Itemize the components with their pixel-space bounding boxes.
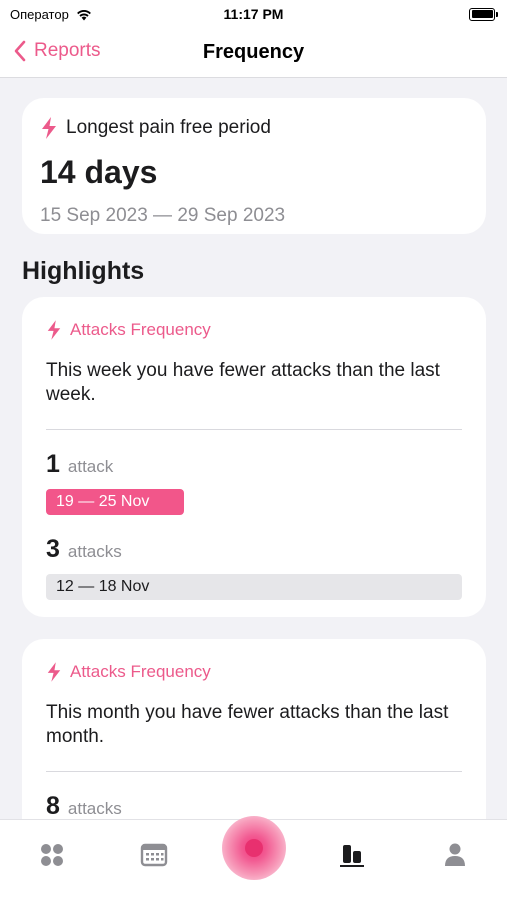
tab-profile[interactable] — [440, 840, 470, 870]
home-icon — [41, 844, 63, 866]
monthly-frequency-card: Attacks Frequency This month you have fe… — [22, 639, 486, 819]
reports-icon — [340, 845, 364, 867]
navigation-bar: Reports Frequency — [0, 28, 507, 78]
lightning-icon — [47, 320, 61, 340]
tab-bar — [0, 816, 507, 900]
pain-free-value: 14 days — [40, 154, 158, 190]
current-week-count: 1 attack — [46, 450, 462, 479]
profile-icon — [445, 843, 465, 866]
current-week-bar: 19 — 25 Nov — [46, 489, 184, 515]
weekly-frequency-card: Attacks Frequency This week you have few… — [22, 297, 486, 617]
pain-free-card: Longest pain free period 14 days 15 Sep … — [22, 98, 486, 234]
lightning-icon — [47, 662, 61, 682]
page-title: Frequency — [202, 41, 305, 63]
count-unit: attacks — [67, 542, 122, 561]
scroll-content[interactable]: Longest pain free period 14 days 15 Sep … — [0, 79, 507, 819]
current-week-period: 19 — 25 Nov — [56, 493, 150, 510]
battery-icon — [469, 7, 498, 21]
carrier-label: Оператор — [10, 6, 69, 22]
record-attack-button[interactable] — [222, 816, 286, 880]
back-button[interactable]: Reports — [14, 40, 101, 62]
previous-week-count: 3 attacks — [46, 535, 462, 564]
status-bar: Оператор 11:17 PM — [0, 0, 507, 28]
back-button-label: Reports — [34, 40, 101, 61]
highlight-title: Attacks Frequency — [70, 320, 211, 339]
tab-reports[interactable] — [337, 840, 367, 870]
tab-calendar[interactable] — [139, 840, 169, 870]
pain-free-label: Longest pain free period — [66, 117, 271, 138]
highlight-message: This week you have fewer attacks than th… — [46, 360, 440, 405]
highlight-message: This month you have fewer attacks than t… — [46, 702, 449, 747]
wifi-icon — [76, 9, 91, 20]
count-unit: attacks — [67, 799, 122, 818]
current-month-count: 8 attacks — [46, 792, 462, 819]
highlight-title: Attacks Frequency — [70, 662, 211, 681]
lightning-icon — [42, 117, 56, 139]
divider — [46, 429, 462, 430]
count-number: 8 — [46, 792, 60, 819]
previous-week-bar: 12 — 18 Nov — [46, 574, 462, 600]
count-unit: attack — [67, 457, 114, 476]
highlights-heading: Highlights — [22, 257, 145, 285]
calendar-icon — [140, 843, 168, 867]
tab-home[interactable] — [37, 840, 67, 870]
divider — [46, 771, 462, 772]
count-number: 3 — [46, 535, 60, 563]
status-left: Оператор — [10, 7, 93, 22]
previous-week-period: 12 — 18 Nov — [56, 578, 150, 595]
record-icon — [245, 839, 263, 857]
chevron-left-icon — [14, 40, 26, 62]
clock-time: 11:17 PM — [223, 6, 284, 22]
count-number: 1 — [46, 450, 60, 478]
pain-free-range: 15 Sep 2023 — 29 Sep 2023 — [40, 205, 286, 226]
